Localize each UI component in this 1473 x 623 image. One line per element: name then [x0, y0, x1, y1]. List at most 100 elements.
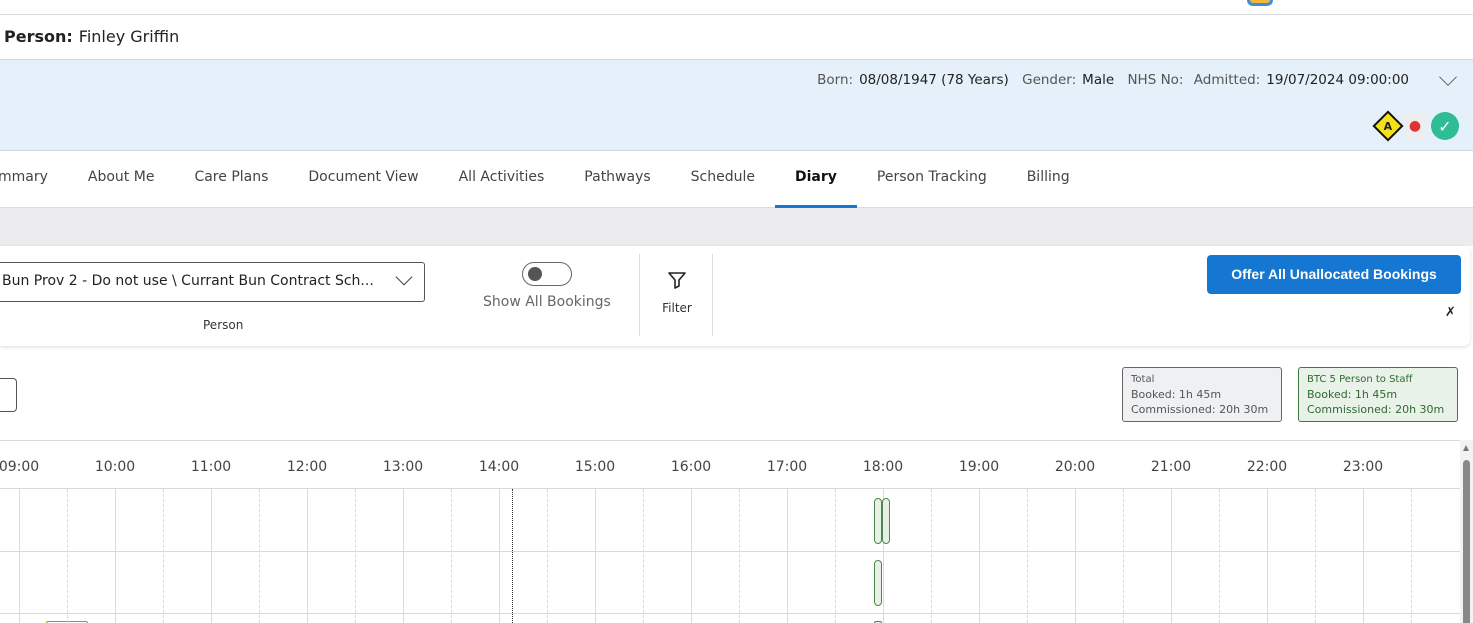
user-avatar[interactable]: [1247, 0, 1273, 6]
booking-block[interactable]: [882, 498, 890, 544]
hour-gridline: [1171, 489, 1172, 623]
half-hour-gridline: [739, 489, 740, 623]
status-icons: A ● ✓: [1372, 110, 1459, 142]
half-hour-gridline: [163, 489, 164, 623]
hour-gridline: [499, 489, 500, 623]
filter-label: Filter: [662, 301, 692, 315]
hour-gridline: [1075, 489, 1076, 623]
person-select[interactable]: Bun Prov 2 - Do not use \ Currant Bun Co…: [0, 262, 425, 302]
card-commissioned: Commissioned: 20h 30m: [1307, 403, 1445, 416]
hour-label: 19:00: [958, 459, 1000, 475]
hour-label: 18:00: [862, 459, 904, 475]
offer-all-unallocated-button[interactable]: Offer All Unallocated Bookings: [1207, 255, 1461, 294]
half-hour-gridline: [1315, 489, 1316, 623]
diary-toolbar: Bun Prov 2 - Do not use \ Currant Bun Co…: [0, 246, 1470, 346]
scroll-thumb[interactable]: [1463, 460, 1470, 623]
show-all-bookings-toggle[interactable]: [522, 262, 572, 286]
hour-label: 10:00: [94, 459, 136, 475]
hour-gridline: [691, 489, 692, 623]
hour-gridline: [979, 489, 980, 623]
tab-billing[interactable]: Billing: [1007, 152, 1090, 208]
alert-icon[interactable]: A: [1372, 110, 1404, 142]
show-all-bookings-label: Show All Bookings: [483, 294, 611, 310]
hour-gridline: [595, 489, 596, 623]
half-hour-gridline: [355, 489, 356, 623]
card-title: Total: [1131, 374, 1155, 385]
person-select-value: Bun Prov 2 - Do not use \ Currant Bun Co…: [2, 273, 374, 289]
hour-label: 15:00: [574, 459, 616, 475]
tab-document-view[interactable]: Document View: [288, 152, 438, 208]
tab-about-me[interactable]: About Me: [68, 152, 175, 208]
nhs-label: NHS No:: [1127, 72, 1184, 88]
expand-chevron-icon[interactable]: [1439, 68, 1457, 86]
hour-gridline: [307, 489, 308, 623]
hour-gridline: [211, 489, 212, 623]
booking-block[interactable]: [874, 560, 882, 606]
booking-block[interactable]: [874, 498, 882, 544]
hour-gridline: [19, 489, 20, 623]
hour-label: 12:00: [286, 459, 328, 475]
alert-letter: A: [1383, 119, 1393, 133]
hour-gridline: [1363, 489, 1364, 623]
chevron-down-icon: [395, 268, 413, 286]
row-divider: [0, 613, 1460, 614]
spacer-bar: [0, 208, 1473, 246]
tab-bar: mmary About Me Care Plans Document View All …: [0, 152, 1473, 208]
half-hour-gridline: [1123, 489, 1124, 623]
hour-label: 22:00: [1246, 459, 1288, 475]
tab-person-tracking[interactable]: Person Tracking: [857, 152, 1007, 208]
scroll-up-icon[interactable]: [1463, 445, 1469, 451]
hour-gridline: [403, 489, 404, 623]
admitted-value: 19/07/2024 09:00:00: [1266, 72, 1409, 88]
half-hour-gridline: [643, 489, 644, 623]
hour-gridline: [115, 489, 116, 623]
half-hour-gridline: [259, 489, 260, 623]
tab-all-activities[interactable]: All Activities: [439, 152, 565, 208]
location-icon[interactable]: ●: [1405, 113, 1425, 139]
hour-label: 11:00: [190, 459, 232, 475]
card-commissioned: Commissioned: 20h 30m: [1131, 403, 1269, 416]
hour-label: 20:00: [1054, 459, 1096, 475]
hour-gridline: [1267, 489, 1268, 623]
hour-label: 14:00: [478, 459, 520, 475]
check-icon[interactable]: ✓: [1431, 112, 1459, 140]
divider: [639, 254, 640, 336]
tab-diary[interactable]: Diary: [775, 152, 857, 208]
tab-schedule[interactable]: Schedule: [671, 152, 775, 208]
vertical-scrollbar[interactable]: [1460, 440, 1473, 623]
person-name: Finley Griffin: [78, 27, 180, 46]
total-summary-card: Total Booked: 1h 45m Commissioned: 20h 3…: [1122, 367, 1282, 422]
btc-summary-card: BTC 5 Person to Staff Booked: 1h 45m Com…: [1298, 367, 1458, 422]
filter-icon: [668, 272, 686, 289]
person-banner: Born: 08/08/1947 (78 Years) Gender: Male N…: [0, 59, 1473, 151]
toggle-knob: [528, 267, 542, 281]
hour-label: 16:00: [670, 459, 712, 475]
half-hour-gridline: [67, 489, 68, 623]
hour-label: 23:00: [1342, 459, 1384, 475]
hour-gridline: [787, 489, 788, 623]
half-hour-gridline: [1411, 489, 1412, 623]
born-label: Born:: [817, 72, 854, 88]
tab-care-plans[interactable]: Care Plans: [174, 152, 288, 208]
title-label: Person:: [4, 27, 73, 46]
person-info: Born: 08/08/1947 (78 Years) Gender: Male N…: [817, 72, 1418, 88]
gender-label: Gender:: [1022, 72, 1077, 88]
timeline-header: 09:00 10:00 11:00 12:00 13:00 14:00 15:00 16:00…: [0, 441, 1460, 489]
unpin-icon[interactable]: ✗: [1445, 305, 1456, 320]
current-time-line: [511, 489, 513, 623]
hour-label: 13:00: [382, 459, 424, 475]
tab-pathways[interactable]: Pathways: [564, 152, 670, 208]
hour-label: 21:00: [1150, 459, 1192, 475]
view-dropdown-button[interactable]: [0, 378, 17, 412]
diary-timeline: 09:00 10:00 11:00 12:00 13:00 14:00 15:00 16:00…: [0, 440, 1460, 623]
tab-mmary[interactable]: mmary: [0, 152, 68, 208]
person-select-label: Person: [203, 318, 244, 332]
card-booked: Booked: 1h 45m: [1131, 388, 1222, 401]
card-title: BTC 5 Person to Staff: [1307, 374, 1413, 385]
hour-label: 09:00: [0, 459, 40, 475]
top-bar: [0, 0, 1473, 15]
row-divider: [0, 551, 1460, 552]
hour-label: 17:00: [766, 459, 808, 475]
half-hour-gridline: [1027, 489, 1028, 623]
filter-button[interactable]: Filter: [660, 270, 694, 315]
